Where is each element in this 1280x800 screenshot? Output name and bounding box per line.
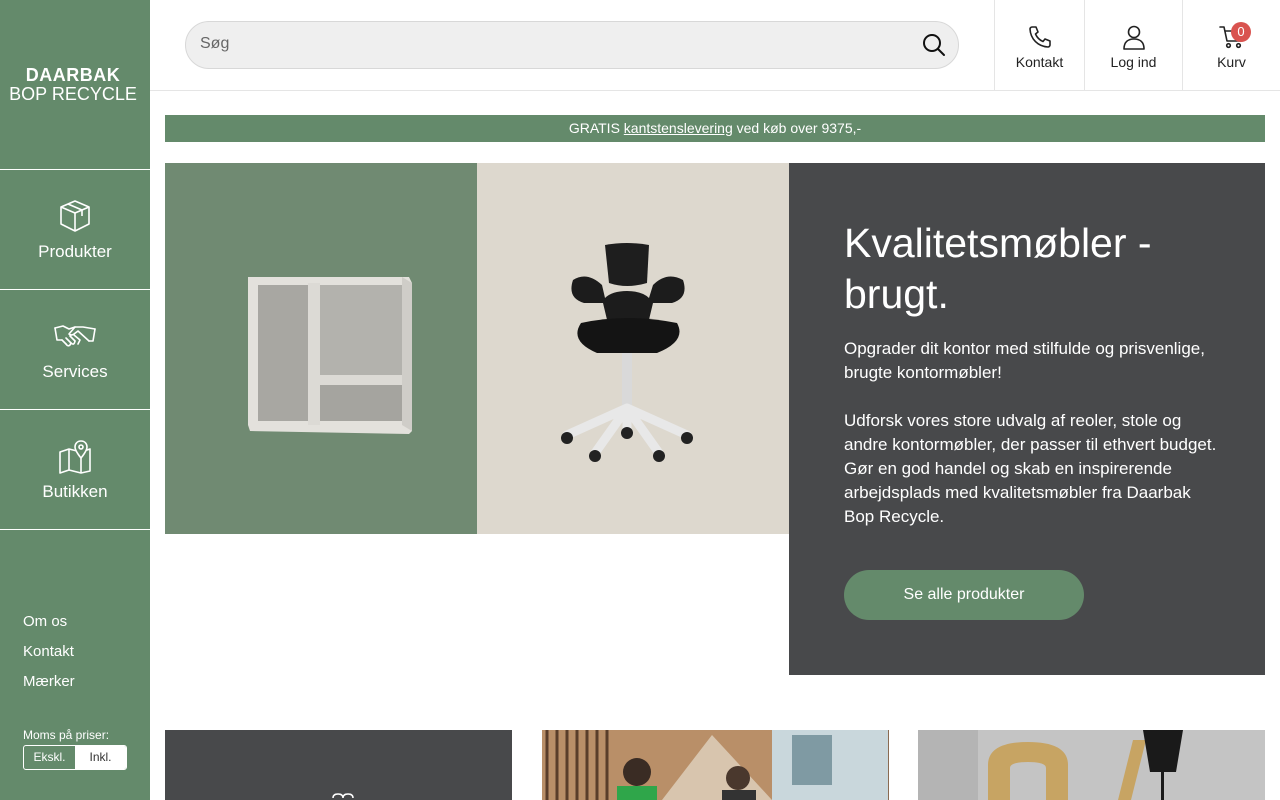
link-kontakt[interactable]: Kontakt (23, 640, 75, 670)
heart-icon (332, 793, 354, 799)
search-bar (185, 21, 959, 69)
hero-title: Kvalitetsmøbler - brugt. (844, 220, 1152, 317)
chair-image (561, 243, 693, 462)
vat-toggle-group: Moms på priser: Ekskl. Inkl. (23, 728, 127, 770)
store-photo (542, 730, 888, 800)
promo-link[interactable]: kantstenslevering (624, 120, 733, 136)
vat-incl-option[interactable]: Inkl. (75, 746, 126, 769)
sidebar-item-produkter[interactable]: Produkter (0, 170, 150, 290)
category-card[interactable] (542, 730, 889, 800)
hero-text-1: Opgrader dit kontor med stilfulde og pri… (844, 339, 1205, 382)
sidebar-item-label: Services (42, 361, 108, 381)
sale-image (978, 730, 1265, 800)
user-icon (1122, 25, 1145, 50)
cart-button[interactable]: Kurv 0 (1182, 0, 1280, 90)
contact-label: Kontakt (1015, 54, 1064, 70)
hero-image-shelf (165, 163, 477, 534)
logo-line2: BOP RECYCLE (9, 83, 137, 104)
handshake-icon (54, 324, 96, 347)
vat-label: Moms på priser: (23, 728, 110, 742)
search-icon[interactable] (922, 33, 946, 57)
sidebar-item-label: Produkter (38, 241, 112, 261)
logo-line1: DAARBAK (25, 64, 121, 85)
see-all-products-button[interactable]: Se alle produkter (844, 570, 1084, 620)
logo[interactable]: DAARBAK BOP RECYCLE (0, 0, 150, 170)
cart-count-badge: 0 (1231, 22, 1251, 42)
shelf-image (248, 277, 412, 434)
search-input[interactable] (200, 35, 900, 53)
login-label: Log ind (1110, 54, 1157, 70)
vat-excl-option[interactable]: Ekskl. (24, 746, 75, 769)
category-card[interactable] (165, 730, 512, 800)
promo-suffix: ved køb over 9375,- (736, 120, 862, 136)
sidebar-item-services[interactable]: Services (0, 290, 150, 410)
login-button[interactable]: Log ind (1084, 0, 1182, 90)
hero-panel: Kvalitetsmøbler - brugt. Opgrader dit ko… (789, 163, 1265, 675)
cart-label: Kurv (1217, 54, 1246, 70)
sidebar: DAARBAK BOP RECYCLE Produkter Services B… (0, 0, 150, 800)
category-card[interactable] (918, 730, 1265, 800)
header: Kontakt Log ind Kurv 0 (150, 0, 1280, 91)
promo-banner: GRATIS kantstenslevering ved køb over 93… (165, 115, 1265, 142)
vat-toggle: Ekskl. Inkl. (23, 745, 127, 770)
map-pin-icon (59, 439, 91, 474)
box-icon (60, 199, 90, 232)
hero-image-chair (477, 163, 789, 534)
phone-icon (1028, 26, 1051, 48)
promo-prefix: GRATIS (568, 120, 620, 136)
sidebar-links: Om os Kontakt Mærker (23, 610, 75, 700)
link-om-os[interactable]: Om os (23, 610, 75, 640)
sidebar-item-butikken[interactable]: Butikken (0, 410, 150, 530)
hero-text-2: Udforsk vores store udvalg af reoler, st… (844, 411, 1217, 526)
sidebar-item-label: Butikken (42, 481, 108, 501)
contact-button[interactable]: Kontakt (994, 0, 1084, 90)
link-maerker[interactable]: Mærker (23, 670, 75, 700)
